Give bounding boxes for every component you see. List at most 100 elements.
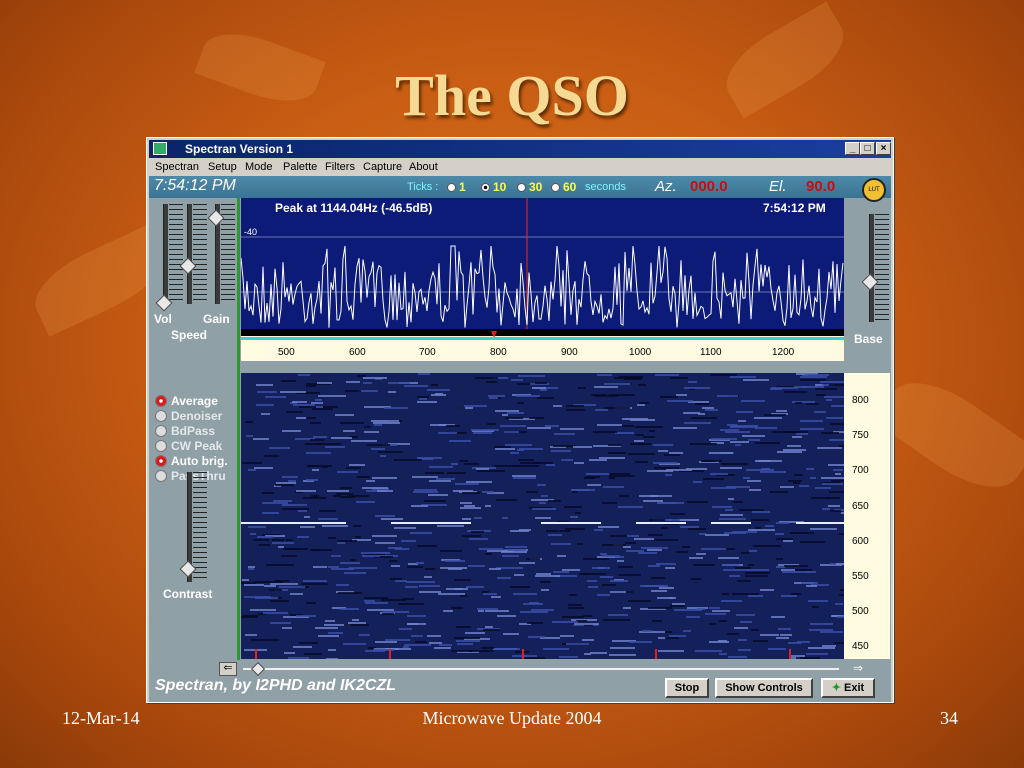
waterfall-noise	[837, 616, 844, 618]
waterfall-noise	[253, 438, 269, 440]
cw-signal-trace	[796, 522, 844, 524]
tick-option-60[interactable]: 60	[551, 180, 576, 194]
waterfall-noise	[427, 389, 450, 391]
waterfall-noise	[319, 510, 336, 512]
waterfall-noise	[280, 391, 306, 393]
time-tick-marker	[389, 649, 391, 659]
menu-palette[interactable]: Palette	[283, 161, 317, 173]
waterfall-noise	[482, 491, 494, 493]
scroll-track[interactable]	[243, 668, 839, 670]
waterfall-noise	[474, 517, 482, 519]
waterfall-noise	[679, 519, 699, 521]
waterfall-noise	[603, 619, 630, 621]
waterfall-noise	[615, 432, 634, 434]
tick-option-10[interactable]: 10	[481, 180, 506, 194]
waterfall-noise	[361, 552, 387, 554]
waterfall-noise	[535, 382, 547, 384]
waterfall-noise	[336, 493, 353, 495]
waterfall-noise	[250, 533, 256, 535]
waterfall-noise	[820, 631, 843, 633]
app-body: 7:54:12 PM Ticks : 1 10 30 60 seconds Az…	[149, 176, 891, 702]
menu-filters[interactable]: Filters	[325, 161, 355, 173]
waterfall-noise	[455, 483, 479, 485]
elevation-value[interactable]: 90.0	[806, 178, 835, 195]
option-denoiser[interactable]: Denoiser	[155, 409, 222, 423]
elevation-label: El.	[769, 178, 787, 195]
vol-slider-track[interactable]	[163, 204, 168, 304]
option-cw-peak[interactable]: CW Peak	[155, 439, 222, 453]
waterfall-noise	[723, 569, 750, 571]
waterfall-noise	[381, 518, 403, 520]
window-titlebar[interactable]: Spectran Version 1 _ □ ×	[149, 140, 891, 158]
waterfall-noise	[566, 643, 589, 645]
menu-capture[interactable]: Capture	[363, 161, 402, 173]
waterfall-noise	[256, 404, 274, 406]
option-auto-brig[interactable]: Auto brig.	[155, 454, 228, 468]
tick-option-30[interactable]: 30	[517, 180, 542, 194]
waterfall-noise	[466, 481, 492, 483]
azimuth-value[interactable]: 000.0	[690, 178, 728, 195]
waterfall-noise	[800, 428, 824, 430]
maximize-button[interactable]: □	[860, 142, 875, 155]
waterfall-noise	[740, 621, 752, 623]
waterfall-noise	[836, 563, 844, 565]
waterfall-noise	[736, 614, 755, 616]
waterfall-noise	[388, 547, 402, 549]
waterfall-noise	[328, 649, 336, 651]
waterfall-noise	[610, 647, 635, 649]
waterfall-noise	[742, 435, 765, 437]
scroll-right-arrow-icon[interactable]: ⇒	[849, 662, 867, 676]
waterfall-noise	[429, 480, 451, 482]
waterfall-tick-label: 700	[852, 465, 869, 476]
stop-button[interactable]: Stop	[665, 678, 709, 698]
base-slider-track[interactable]	[869, 214, 874, 322]
waterfall-noise	[483, 593, 497, 595]
waterfall-noise	[483, 629, 500, 631]
waterfall-noise	[456, 626, 471, 628]
menu-about[interactable]: About	[409, 161, 438, 173]
waterfall-noise	[497, 615, 516, 617]
show-controls-button[interactable]: Show Controls	[715, 678, 813, 698]
menu-mode[interactable]: Mode	[245, 161, 273, 173]
menu-spectran[interactable]: Spectran	[155, 161, 199, 173]
waterfall-noise	[718, 640, 727, 642]
time-scrollbar[interactable]: ⇐ ⇒	[219, 661, 869, 677]
waterfall-display[interactable]	[241, 373, 844, 659]
base-slider-ticks	[875, 214, 889, 322]
waterfall-noise	[793, 482, 800, 484]
close-button[interactable]: ×	[876, 142, 891, 155]
waterfall-noise	[727, 424, 737, 426]
waterfall-noise	[783, 449, 806, 451]
waterfall-noise	[776, 558, 783, 560]
speed-slider-track[interactable]	[187, 204, 192, 304]
waterfall-noise	[648, 607, 672, 609]
waterfall-noise	[417, 401, 437, 403]
menu-setup[interactable]: Setup	[208, 161, 237, 173]
waterfall-noise	[407, 566, 423, 568]
waterfall-noise	[296, 417, 306, 419]
waterfall-noise	[241, 582, 256, 584]
waterfall-noise	[565, 528, 585, 530]
waterfall-noise	[776, 538, 793, 540]
exit-button[interactable]: ✦ Exit	[821, 678, 875, 698]
waterfall-noise	[572, 491, 578, 493]
waterfall-noise	[747, 480, 761, 482]
waterfall-noise	[649, 430, 655, 432]
waterfall-noise	[710, 374, 737, 376]
scroll-thumb[interactable]	[250, 661, 266, 677]
waterfall-noise	[608, 452, 626, 454]
lut-icon[interactable]: LUT	[862, 178, 886, 202]
waterfall-noise	[810, 477, 816, 479]
waterfall-noise	[270, 622, 291, 624]
spectrum-display[interactable]: Peak at 1144.04Hz (-46.5dB) 7:54:12 PM -…	[241, 198, 844, 331]
option-bdpass[interactable]: BdPass	[155, 424, 215, 438]
option-average[interactable]: Average	[155, 394, 218, 408]
waterfall-noise	[584, 653, 591, 655]
tick-option-1[interactable]: 1	[447, 180, 466, 194]
minimize-button[interactable]: _	[845, 142, 860, 155]
waterfall-tick-label: 800	[852, 395, 869, 406]
waterfall-noise	[553, 445, 576, 447]
scroll-left-arrow-icon[interactable]: ⇐	[219, 662, 237, 676]
waterfall-noise	[293, 404, 315, 406]
waterfall-noise	[691, 417, 717, 419]
